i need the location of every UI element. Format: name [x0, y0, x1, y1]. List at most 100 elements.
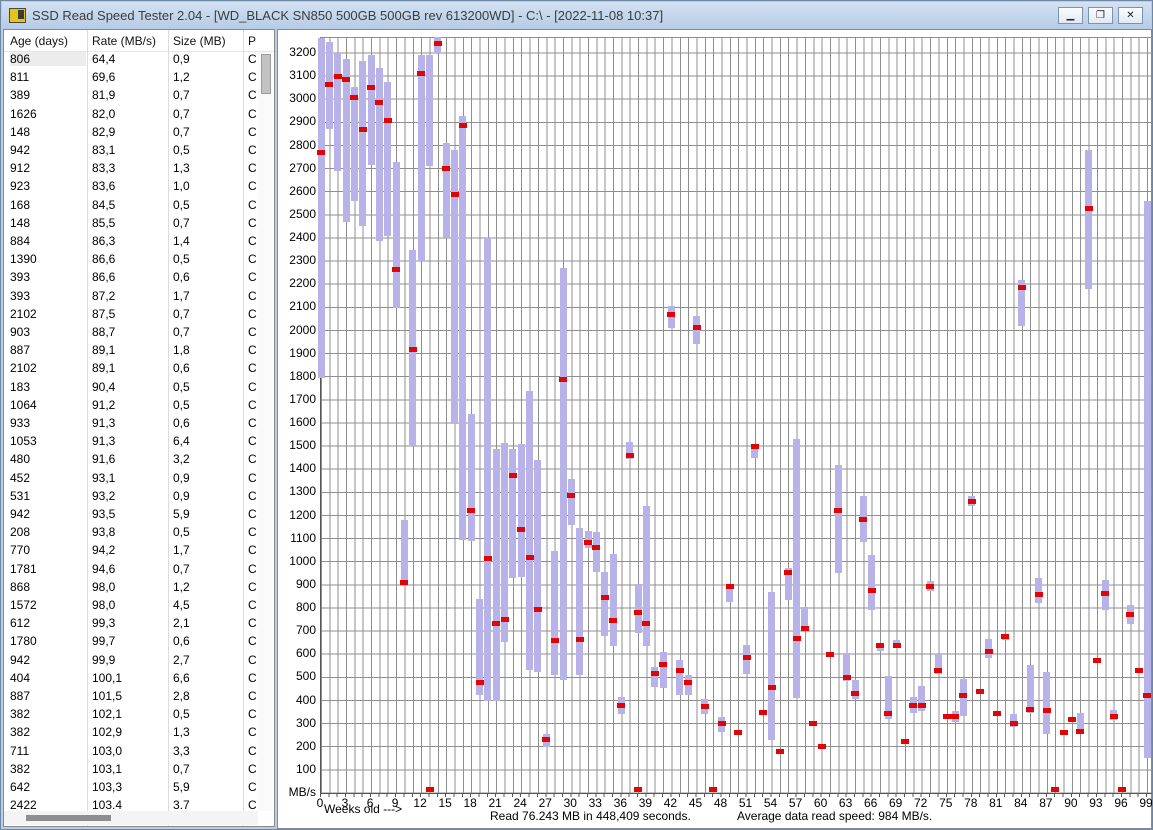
table-cell: 0,5: [173, 525, 190, 540]
table-row[interactable]: 711 103,0 3,3 C: [4, 744, 258, 762]
col-header-age[interactable]: Age (days): [10, 34, 68, 48]
average-mark: [542, 737, 551, 743]
table-row[interactable]: 884 86,3 1,4 C: [4, 234, 258, 252]
table-row[interactable]: 1053 91,3 6,4 C: [4, 434, 258, 452]
table-row[interactable]: 393 86,6 0,6 C: [4, 270, 258, 288]
table-row[interactable]: 903 88,7 0,7 C: [4, 325, 258, 343]
table-row[interactable]: 923 83,6 1,0 C: [4, 179, 258, 197]
vertical-scroll-thumb[interactable]: [261, 54, 271, 94]
average-mark: [592, 545, 601, 551]
x-tick-label: 18: [463, 796, 477, 810]
range-bar: [559, 268, 567, 680]
table-row[interactable]: 642 103,3 5,9 C: [4, 780, 258, 798]
average-mark: [734, 730, 743, 736]
range-bar: [517, 443, 525, 577]
range-bar: [459, 115, 467, 540]
table-header[interactable]: Age (days) Rate (MB/s) Size (MB) P: [4, 30, 274, 52]
status-average-speed: Average data read speed: 984 MB/s.: [737, 809, 933, 823]
table-row[interactable]: 2102 87,5 0,7 C: [4, 307, 258, 325]
table-horizontal-scrollbar[interactable]: [4, 811, 258, 825]
table-cell: 393: [10, 270, 31, 285]
table-row[interactable]: 806 64,4 0,9 C: [4, 52, 258, 70]
table-cell: 6,4: [173, 434, 190, 449]
table-row[interactable]: 868 98,0 1,2 C: [4, 580, 258, 598]
table-row[interactable]: 1781 94,6 0,7 C: [4, 562, 258, 580]
table-row[interactable]: 612 99,3 2,1 C: [4, 616, 258, 634]
average-mark: [634, 610, 642, 616]
table-row[interactable]: 404 100,1 6,6 C: [4, 671, 258, 689]
table-row[interactable]: 389 81,9 0,7 C: [4, 88, 258, 106]
table-row[interactable]: 393 87,2 1,7 C: [4, 289, 258, 307]
table-cell: 93,5: [92, 507, 116, 521]
horizontal-scroll-thumb[interactable]: [26, 815, 111, 821]
x-tick-label: 21: [488, 796, 502, 810]
average-mark: [600, 595, 609, 601]
table-row[interactable]: 382 102,9 1,3 C: [4, 725, 258, 743]
table-cell: 99,3: [92, 616, 116, 631]
table-cell: 1,3: [173, 161, 190, 176]
x-tick-label: 12: [413, 796, 427, 810]
table-cell: 1626: [10, 106, 37, 121]
close-button[interactable]: ✕: [1118, 7, 1143, 24]
table-cell: 480: [10, 452, 31, 467]
average-mark: [1042, 707, 1051, 713]
col-header-rate[interactable]: Rate (MB/s): [92, 34, 156, 48]
table-row[interactable]: 382 103,1 0,7 C: [4, 762, 258, 780]
average-mark: [809, 721, 818, 727]
table-row[interactable]: 942 83,1 0,5 C: [4, 143, 258, 161]
table-row[interactable]: 2102 89,1 0,6 C: [4, 361, 258, 379]
table-cell: 82,9: [92, 124, 116, 139]
table-row[interactable]: 531 93,2 0,9 C: [4, 489, 258, 507]
title-bar[interactable]: SSD Read Speed Tester 2.04 - [WD_BLACK S…: [2, 2, 1151, 29]
x-tick-label: 99: [1139, 796, 1153, 810]
average-mark: [450, 191, 459, 197]
y-tick-label: 900: [295, 576, 316, 591]
table-row[interactable]: 887 89,1 1,8 C: [4, 343, 258, 361]
table-row[interactable]: 912 83,3 1,3 C: [4, 161, 258, 179]
table-row[interactable]: 480 91,6 3,2 C: [4, 452, 258, 470]
average-mark: [408, 346, 417, 352]
average-mark: [817, 744, 826, 750]
table-cell: 0,5: [173, 707, 190, 722]
table-cell: 99,7: [92, 634, 116, 649]
table-row[interactable]: 942 99,9 2,7 C: [4, 653, 258, 671]
table-row[interactable]: 1626 82,0 0,7 C: [4, 107, 258, 125]
table-row[interactable]: 382 102,1 0,5 C: [4, 707, 258, 725]
table-row[interactable]: 942 93,5 5,9 C: [4, 507, 258, 525]
table-row[interactable]: 148 85,5 0,7 C: [4, 216, 258, 234]
range-bar: [426, 55, 433, 167]
table-row[interactable]: 1572 98,0 4,5 C: [4, 598, 258, 616]
range-bar: [659, 651, 667, 688]
table-row[interactable]: 168 84,5 0,5 C: [4, 198, 258, 216]
table-row[interactable]: 933 91,3 0,6 C: [4, 416, 258, 434]
maximize-button[interactable]: ❐: [1088, 7, 1113, 24]
average-mark: [475, 679, 484, 685]
x-tick-label: 27: [538, 796, 552, 810]
col-header-size[interactable]: Size (MB): [173, 34, 226, 48]
table-cell: 382: [10, 725, 31, 740]
average-mark: [700, 703, 709, 709]
x-tick-label: 63: [838, 796, 853, 810]
average-mark: [1067, 716, 1076, 722]
table-row[interactable]: 452 93,1 0,9 C: [4, 471, 258, 489]
table-row[interactable]: 811 69,6 1,2 C: [4, 70, 258, 88]
table-row[interactable]: 1390 86,6 0,5 C: [4, 252, 258, 270]
average-mark: [951, 714, 960, 720]
minimize-button[interactable]: ▁: [1058, 7, 1083, 24]
average-mark: [784, 569, 793, 575]
table-row[interactable]: 183 90,4 0,5 C: [4, 380, 258, 398]
x-tick-label: 57: [788, 796, 803, 810]
table-row[interactable]: 208 93,8 0,5 C: [4, 525, 258, 543]
table-row[interactable]: 1780 99,7 0,6 C: [4, 634, 258, 652]
range-bar: [534, 460, 542, 672]
average-mark: [892, 642, 901, 648]
table-row[interactable]: 887 101,5 2,8 C: [4, 689, 258, 707]
table-cell: 148: [10, 124, 31, 139]
table-cell: 382: [10, 761, 31, 776]
table-row[interactable]: 1064 91,2 0,5 C: [4, 398, 258, 416]
table-row[interactable]: 770 94,2 1,7 C: [4, 543, 258, 561]
table-vertical-scrollbar[interactable]: [258, 52, 273, 811]
col-header-path[interactable]: P: [248, 34, 256, 48]
table-cell: 1,7: [173, 543, 190, 558]
table-row[interactable]: 148 82,9 0,7 C: [4, 125, 258, 143]
